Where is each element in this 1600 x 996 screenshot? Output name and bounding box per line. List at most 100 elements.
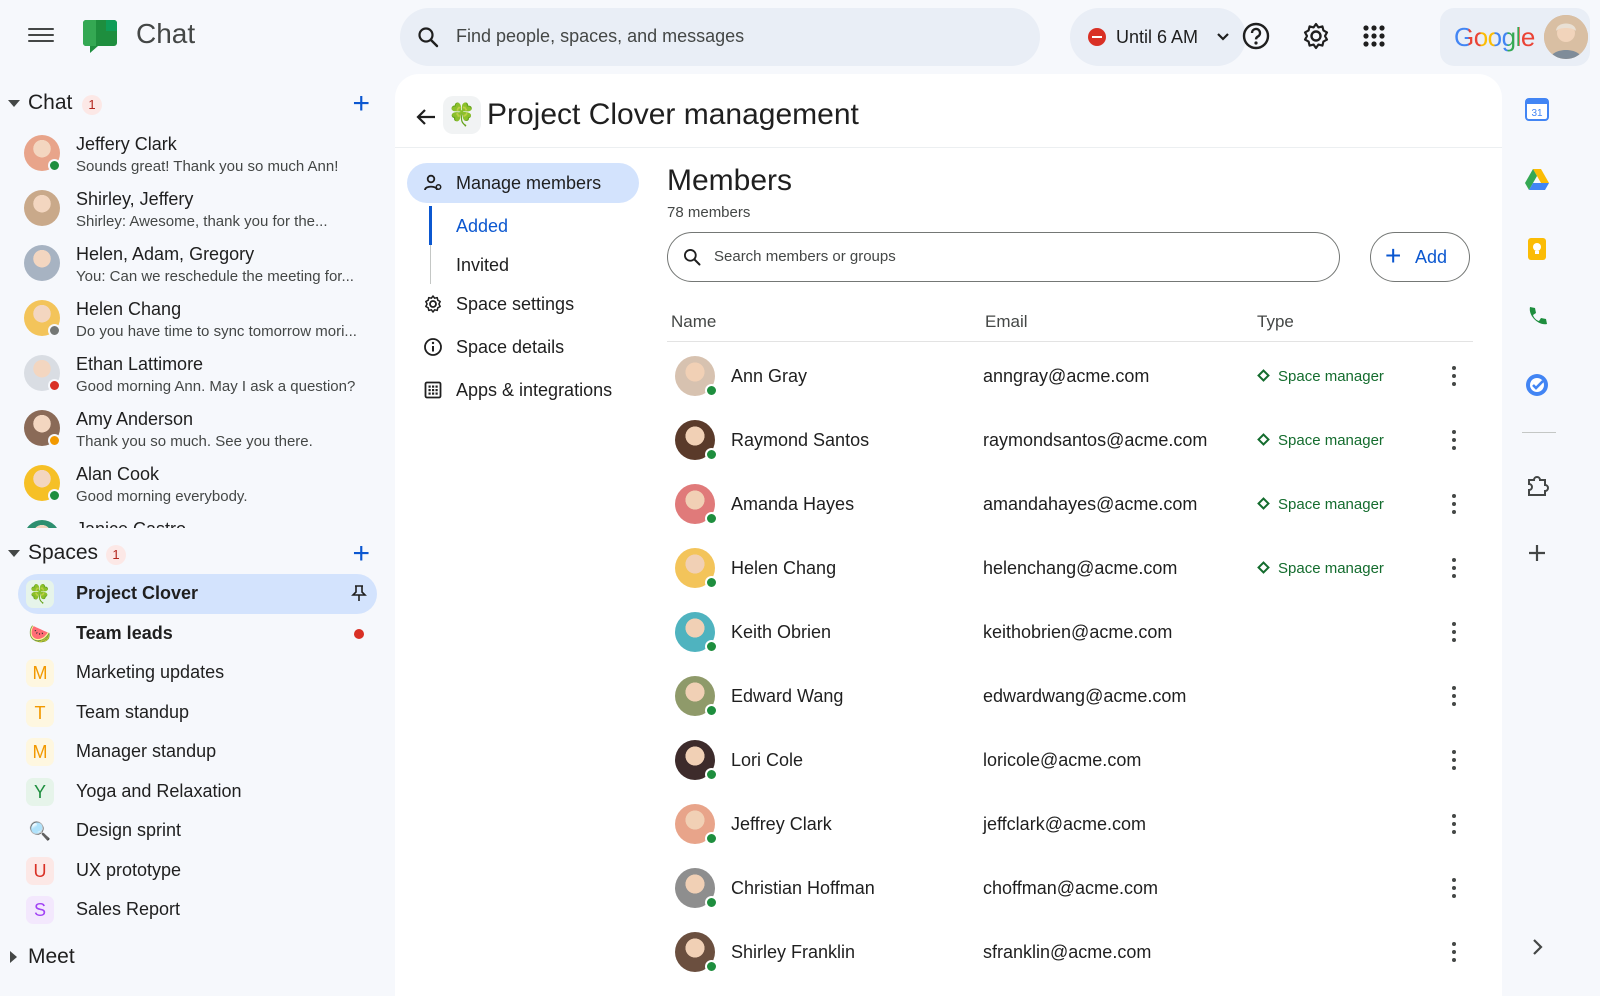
nav-space-details-label: Space details bbox=[456, 337, 565, 357]
more-options-icon[interactable] bbox=[1447, 940, 1461, 964]
more-options-icon[interactable] bbox=[1447, 876, 1461, 900]
global-search-bar[interactable]: Find people, spaces, and messages bbox=[400, 8, 1040, 66]
more-options-icon[interactable] bbox=[1447, 812, 1461, 836]
space-item[interactable]: U UX prototype bbox=[0, 851, 395, 891]
settings-gear-icon[interactable] bbox=[1300, 20, 1332, 52]
space-manager-diamond-icon bbox=[1257, 561, 1270, 574]
presence-dot bbox=[48, 489, 61, 502]
table-row[interactable]: Lori Cole loricole@acme.com bbox=[667, 728, 1473, 792]
member-type-label: Space manager bbox=[1278, 368, 1384, 385]
dm-item[interactable]: Amy Anderson Thank you so much. See you t… bbox=[0, 403, 395, 458]
meet-section-header[interactable]: Meet bbox=[6, 938, 376, 978]
member-name: Lori Cole bbox=[731, 750, 804, 770]
new-chat-plus-icon[interactable]: + bbox=[352, 89, 370, 119]
table-row[interactable]: Ann Gray anngray@acme.com Space manager bbox=[667, 344, 1473, 408]
space-item[interactable]: T Team standup bbox=[0, 693, 395, 733]
member-type: Space manager bbox=[1257, 496, 1384, 513]
member-search-placeholder: Search members or groups bbox=[714, 248, 896, 265]
dm-item[interactable]: Ethan Lattimore Good morning Ann. May I a… bbox=[0, 348, 395, 403]
space-item[interactable]: M Marketing updates bbox=[0, 653, 395, 693]
column-header-email: Email bbox=[985, 312, 1028, 331]
dm-item[interactable]: Shirley, Jeffery Shirley: Awesome, thank … bbox=[0, 183, 395, 238]
nav-added[interactable]: Added bbox=[407, 206, 639, 245]
voice-phone-icon[interactable] bbox=[1524, 304, 1550, 330]
pin-icon[interactable] bbox=[351, 584, 367, 602]
nav-manage-members[interactable]: Manage members bbox=[407, 163, 639, 203]
presence-dot bbox=[48, 379, 61, 392]
space-name: Yoga and Relaxation bbox=[76, 780, 242, 801]
add-member-label: Add bbox=[1415, 247, 1448, 267]
add-ons-puzzle-icon[interactable] bbox=[1524, 472, 1550, 498]
more-options-icon[interactable] bbox=[1447, 684, 1461, 708]
spaces-section-header[interactable]: Spaces 1 + bbox=[6, 534, 376, 574]
nav-apps-integrations[interactable]: Apps & integrations bbox=[407, 370, 639, 413]
more-options-icon[interactable] bbox=[1447, 620, 1461, 644]
main-menu-icon[interactable] bbox=[28, 24, 54, 46]
dm-item[interactable]: Jeffery Clark Sounds great! Thank you so … bbox=[0, 128, 395, 183]
status-chip[interactable]: Until 6 AM bbox=[1070, 8, 1246, 66]
collapse-triangle-icon[interactable] bbox=[8, 550, 20, 557]
table-row[interactable]: Raymond Santos raymondsantos@acme.com Spac… bbox=[667, 408, 1473, 472]
table-row[interactable]: Shirley Franklin sfranklin@acme.com bbox=[667, 920, 1473, 984]
account-area[interactable]: Google bbox=[1440, 8, 1590, 66]
space-item[interactable]: S Sales Report bbox=[0, 890, 395, 930]
table-row[interactable]: Jeffrey Clark jeffclark@acme.com bbox=[667, 792, 1473, 856]
space-item[interactable]: M Manager standup bbox=[0, 732, 395, 772]
nav-invited[interactable]: Invited bbox=[407, 245, 639, 284]
rail-divider bbox=[1522, 432, 1556, 433]
member-name: Ann Gray bbox=[731, 366, 808, 386]
new-space-plus-icon[interactable]: + bbox=[352, 539, 370, 569]
account-avatar[interactable] bbox=[1544, 15, 1588, 59]
collapse-triangle-icon[interactable] bbox=[8, 100, 20, 107]
tasks-icon[interactable] bbox=[1524, 372, 1550, 398]
avatar bbox=[24, 520, 60, 528]
drive-icon[interactable] bbox=[1524, 166, 1550, 192]
more-options-icon[interactable] bbox=[1447, 556, 1461, 580]
more-options-icon[interactable] bbox=[1447, 492, 1461, 516]
dm-last-message: Do you have time to sync tomorrow mori..… bbox=[76, 323, 357, 340]
table-row[interactable]: Keith Obrien keithobrien@acme.com bbox=[667, 600, 1473, 664]
unread-dot bbox=[354, 628, 364, 639]
space-item[interactable]: Y Yoga and Relaxation bbox=[0, 772, 395, 812]
expand-triangle-icon[interactable] bbox=[10, 951, 17, 963]
nav-space-settings[interactable]: Space settings bbox=[407, 284, 639, 327]
table-row[interactable]: Christian Hoffman choffman@acme.com bbox=[667, 856, 1473, 920]
apps-integrations-icon bbox=[424, 381, 442, 399]
member-type-label: Space manager bbox=[1278, 496, 1384, 513]
dm-item[interactable]: Janice Castro bbox=[0, 513, 395, 528]
apps-grid-icon[interactable] bbox=[1358, 20, 1390, 52]
dm-item[interactable]: Alan Cook Good morning everybody. bbox=[0, 458, 395, 513]
do-not-disturb-icon bbox=[1088, 28, 1106, 46]
dm-item[interactable]: Helen, Adam, Gregory You: Can we reschedu… bbox=[0, 238, 395, 293]
search-icon bbox=[684, 249, 701, 266]
table-row[interactable]: Helen Chang helenchang@acme.com Space mana… bbox=[667, 536, 1473, 600]
more-options-icon[interactable] bbox=[1447, 748, 1461, 772]
chat-section-header[interactable]: Chat 1 + bbox=[6, 84, 376, 124]
space-manager-diamond-icon bbox=[1257, 369, 1270, 382]
nav-space-details[interactable]: Space details bbox=[407, 327, 639, 370]
space-item[interactable]: 🍀 Project Clover bbox=[18, 574, 377, 614]
app-title: Chat bbox=[136, 18, 196, 49]
column-header-type: Type bbox=[1257, 312, 1294, 331]
dm-item[interactable]: Helen Chang Do you have time to sync tomo… bbox=[0, 293, 395, 348]
keep-icon[interactable] bbox=[1524, 236, 1550, 262]
help-icon[interactable] bbox=[1240, 20, 1272, 52]
top-bar: Chat Find people, spaces, and messages U… bbox=[0, 0, 1600, 72]
dm-name: Janice Castro bbox=[76, 519, 186, 528]
more-options-icon[interactable] bbox=[1447, 428, 1461, 452]
member-search-input[interactable]: Search members or groups bbox=[667, 232, 1340, 282]
calendar-icon[interactable]: 31 bbox=[1524, 96, 1550, 122]
member-email: helenchang@acme.com bbox=[983, 558, 1178, 578]
dm-last-message: You: Can we reschedule the meeting for..… bbox=[76, 268, 354, 285]
space-item[interactable]: 🍉 Team leads bbox=[0, 614, 395, 654]
chevron-right-icon[interactable] bbox=[1524, 934, 1550, 960]
add-app-plus-icon[interactable] bbox=[1524, 540, 1550, 566]
back-arrow-icon[interactable] bbox=[415, 106, 437, 128]
members-table-header: Name Email Type bbox=[667, 310, 1473, 342]
table-row[interactable]: Edward Wang edwardwang@acme.com bbox=[667, 664, 1473, 728]
more-options-icon[interactable] bbox=[1447, 364, 1461, 388]
add-member-button[interactable]: + Add bbox=[1370, 232, 1470, 282]
google-wordmark: Google bbox=[1454, 22, 1535, 52]
table-row[interactable]: Amanda Hayes amandahayes@acme.com Space ma… bbox=[667, 472, 1473, 536]
space-item[interactable]: 🔍 Design sprint bbox=[0, 811, 395, 851]
